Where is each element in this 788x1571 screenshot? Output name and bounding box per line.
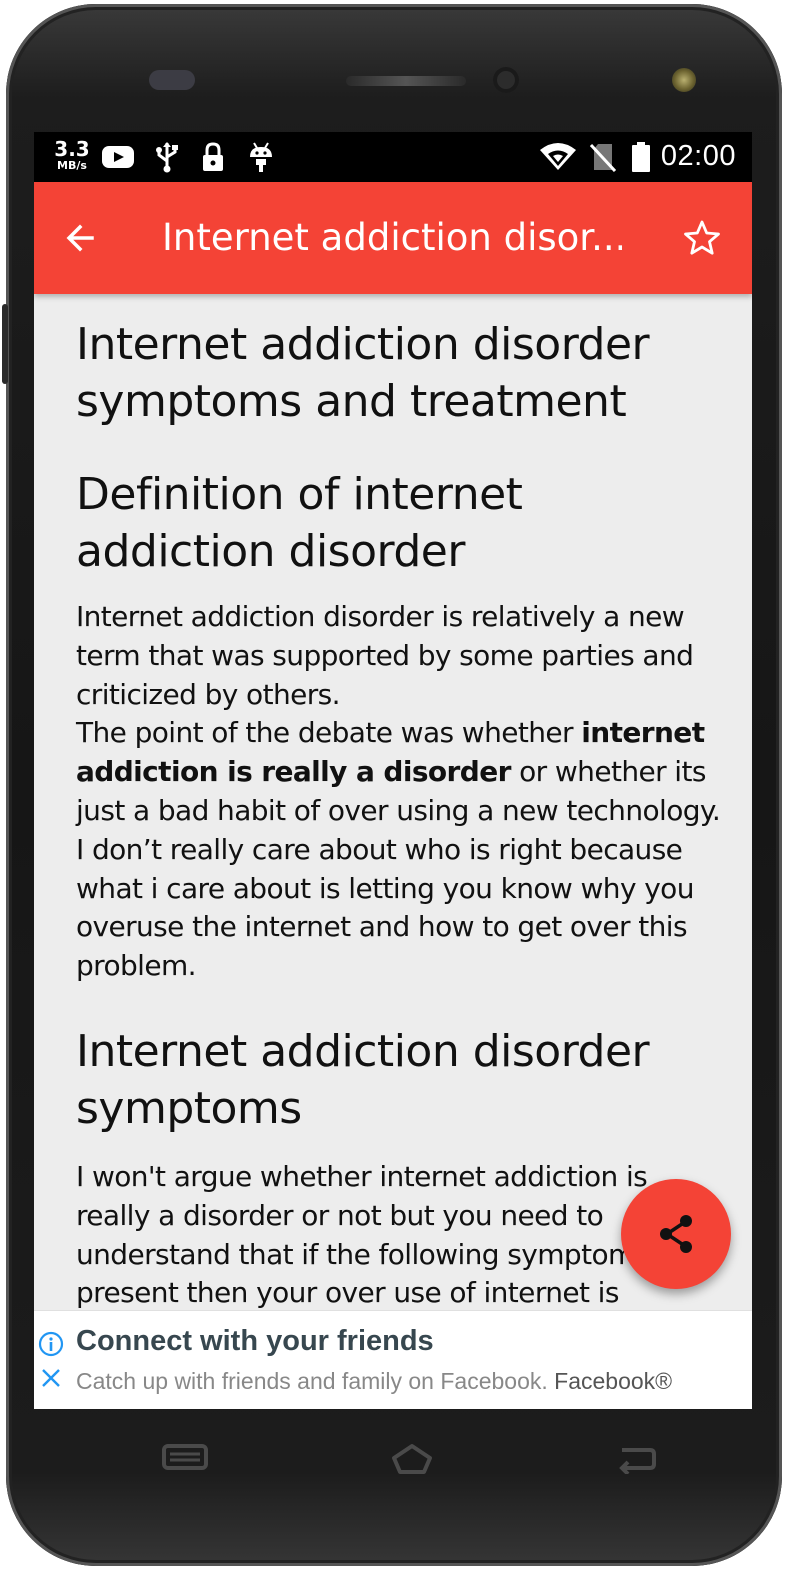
symptoms-heading: Internet addiction disorder symptoms [76, 1026, 650, 1134]
android-debug-icon [246, 142, 276, 172]
youtube-icon [100, 142, 136, 172]
share-button[interactable] [621, 1179, 731, 1289]
star-outline-icon[interactable] [680, 216, 724, 260]
close-icon[interactable] [40, 1367, 62, 1389]
ad-body-text: Catch up with friends and family on Face… [76, 1368, 548, 1394]
article-title: Internet addiction disorder symptoms and… [76, 319, 650, 427]
article-content[interactable]: Internet addiction disorder symptoms and… [34, 294, 752, 1310]
status-clock: 02:00 [660, 140, 736, 172]
app-bar-title: Internet addiction disor... [162, 216, 622, 259]
notification-led [672, 68, 696, 92]
recents-icon[interactable] [162, 1442, 208, 1476]
info-icon[interactable] [38, 1331, 64, 1357]
back-icon[interactable] [614, 1444, 658, 1478]
volume-button [2, 304, 8, 384]
ad-title[interactable]: Connect with your friends [76, 1325, 434, 1358]
ad-banner[interactable]: Connect with your friends Catch up with … [34, 1310, 752, 1409]
definition-text-2: The point of the debate was whether [76, 716, 582, 750]
network-speed-value: 3.3 [54, 137, 90, 161]
arrow-left-icon[interactable] [62, 218, 102, 258]
definition-text-1: Internet addiction disorder is relativel… [76, 600, 694, 711]
share-icon [660, 1215, 692, 1253]
ad-brand: Facebook® [554, 1368, 673, 1394]
no-sim-icon [588, 142, 618, 172]
ad-body[interactable]: Catch up with friends and family on Face… [76, 1368, 672, 1395]
wifi-icon [538, 142, 578, 172]
earpiece-speaker [346, 76, 466, 86]
definition-paragraph: Internet addiction disorder is relativel… [76, 598, 726, 986]
lock-icon [198, 142, 228, 172]
front-camera [493, 67, 519, 93]
home-icon[interactable] [390, 1442, 434, 1480]
app-bar: Internet addiction disor... [34, 182, 752, 294]
screen: 3.3 MB/s 02:00 Internet addiction disor.… [34, 132, 752, 1409]
network-speed: 3.3 MB/s [52, 139, 92, 171]
proximity-sensor [149, 70, 195, 90]
definition-text-3: or whether its just a bad habit of over … [76, 755, 721, 983]
definition-heading: Definition of internet addiction disorde… [76, 469, 523, 577]
network-speed-unit: MB/s [57, 159, 87, 172]
status-bar: 3.3 MB/s 02:00 [34, 132, 752, 182]
battery-icon [630, 142, 652, 172]
usb-icon [152, 142, 182, 173]
